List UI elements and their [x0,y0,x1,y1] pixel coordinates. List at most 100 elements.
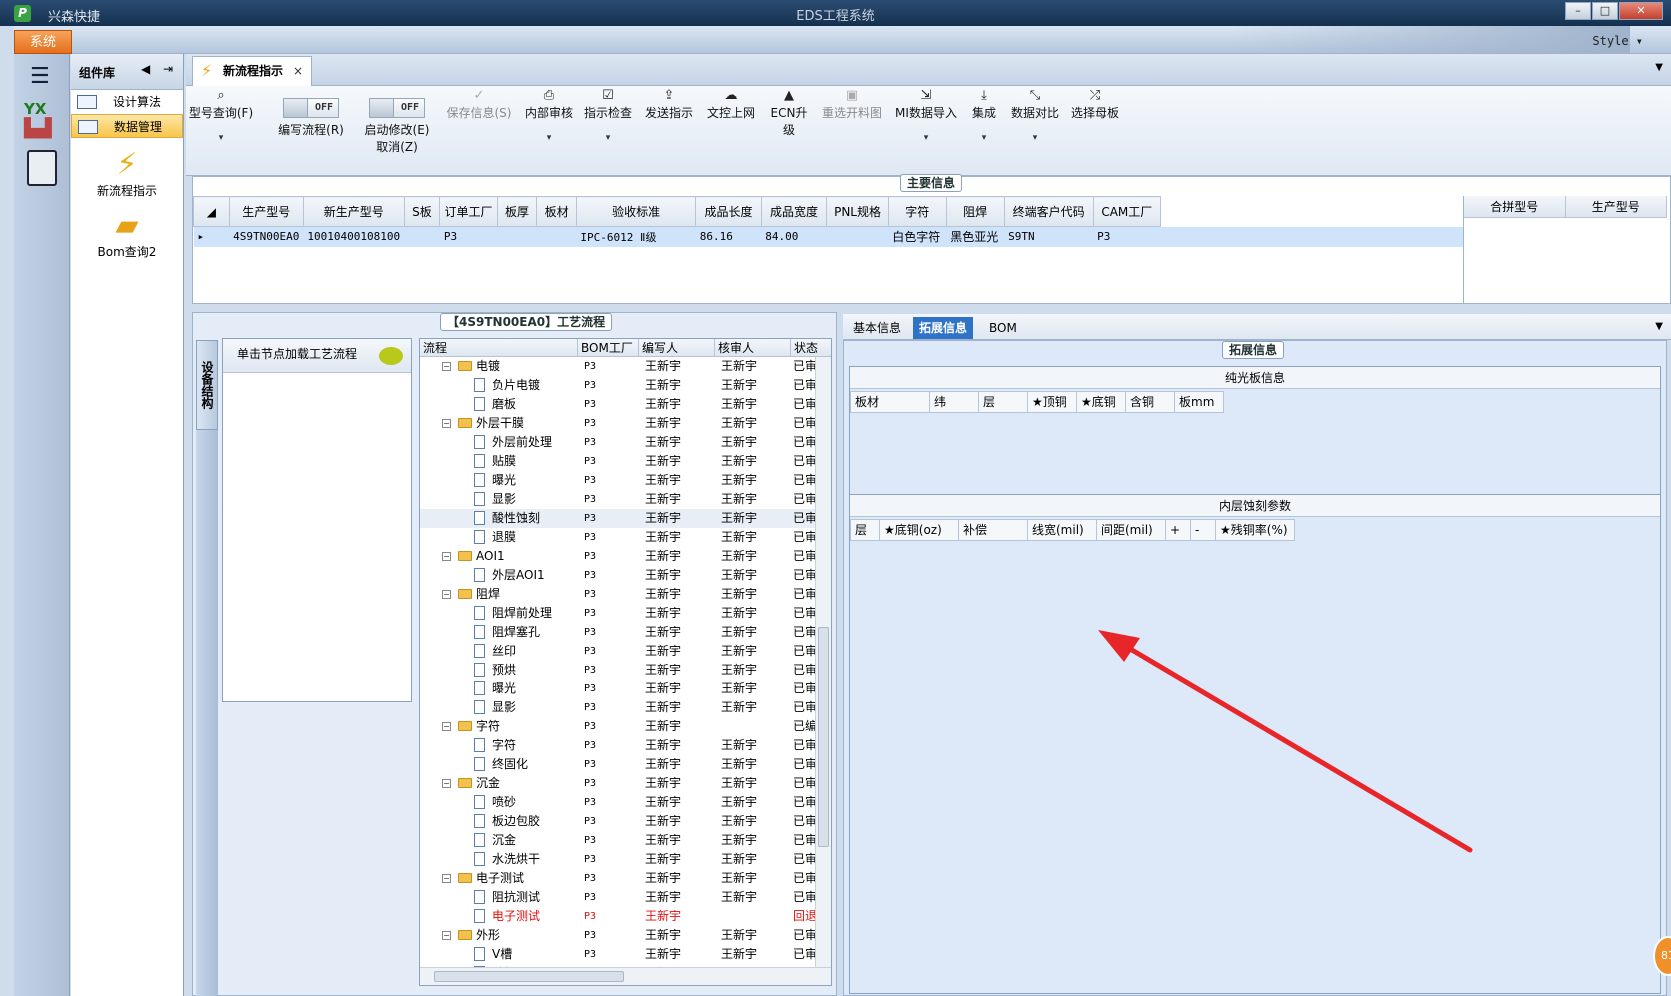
maximize-button[interactable]: □ [1592,2,1618,20]
status-cell[interactable]: 已审核 [791,585,817,604]
toggle-switch[interactable]: OFF [369,98,425,118]
tab-list-dropdown-icon[interactable]: ▼ [1655,321,1663,332]
status-cell[interactable]: 已审核 [791,812,817,831]
reviewer-cell[interactable]: 王新宇 [715,698,791,717]
flow-name-cell[interactable]: − 电镀 [420,357,578,376]
bom-factory-cell[interactable]: P3 [578,945,639,964]
close-window-button[interactable]: ✕ [1619,2,1663,20]
flow-group-row[interactable]: −电镀P3王新宇王新宇已审核 [420,357,817,376]
column-header[interactable]: 成品宽度 [760,196,828,227]
collapse-icon[interactable]: − [442,551,451,561]
flow-name-cell[interactable]: 磨板 [420,395,578,414]
writer-cell[interactable]: 王新宇 [639,357,715,376]
flow-step-row[interactable]: 酸性蚀刻P3王新宇王新宇已审核 [420,508,817,528]
flow-step-row[interactable]: 沉金P3王新宇王新宇已审核 [420,831,817,850]
bom-factory-cell[interactable]: P3 [578,604,639,623]
column-header[interactable]: CAM工厂 [1092,196,1162,227]
reviewer-cell[interactable]: 王新宇 [715,566,791,585]
column-header[interactable]: 层 [978,391,1028,413]
column-header[interactable]: 层 [850,519,880,541]
reviewer-cell[interactable]: 王新宇 [715,604,791,623]
flow-name-cell[interactable]: 预烘 [420,661,578,680]
flow-step-row[interactable]: 终固化P3王新宇王新宇已审核 [420,755,817,774]
status-cell[interactable]: 已审核 [791,793,817,812]
bom-factory-cell[interactable]: P3 [578,850,639,869]
flow-step-row[interactable]: 电子测试 P3 王新宇 回退 [420,907,817,926]
writer-cell[interactable]: 王新宇 [639,414,715,433]
flow-step-row[interactable]: 显影P3王新宇王新宇已审核 [420,698,817,717]
flow-step-row[interactable]: 喷砂P3王新宇王新宇已审核 [420,793,817,812]
flow-step-row[interactable]: 丝印P3王新宇王新宇已审核 [420,642,817,661]
table-cell[interactable]: IPC-6012 Ⅱ级 [576,226,696,247]
reviewer-cell[interactable]: 王新宇 [715,452,791,471]
bom-factory-cell[interactable]: P3 [578,831,639,850]
writer-cell[interactable]: 王新宇 [639,831,715,850]
writer-cell[interactable]: 王新宇 [639,566,715,585]
reviewer-cell[interactable]: 王新宇 [715,357,791,376]
chevron-down-icon[interactable]: ▾ [188,133,254,143]
writer-cell[interactable]: 王新宇 [639,812,715,831]
flow-name-cell[interactable]: − 字符 [420,717,578,736]
column-header[interactable]: 核审人 [715,339,791,356]
status-cell[interactable]: 已审核 [791,490,817,509]
reviewer-cell[interactable]: 王新宇 [715,414,791,433]
status-cell[interactable]: 已审核 [791,945,817,964]
reviewer-cell[interactable]: 王新宇 [715,509,791,528]
table-cell[interactable]: 10010400108100 [303,226,405,247]
status-cell[interactable]: 已审核 [791,376,817,395]
column-header[interactable]: ★残铜率(%) [1215,519,1295,541]
writer-cell[interactable]: 王新宇 [639,490,715,509]
reviewer-cell[interactable] [715,907,791,926]
bom-factory-cell[interactable]: P3 [578,888,639,907]
status-cell[interactable]: 已审核 [791,604,817,623]
reviewer-cell[interactable]: 王新宇 [715,812,791,831]
writer-cell[interactable]: 王新宇 [639,452,715,471]
ecn-upgrade-button[interactable]: ▲ ECN升级 [766,88,812,138]
bom-factory-cell[interactable]: P3 [578,812,639,831]
writer-cell[interactable]: 王新宇 [639,736,715,755]
save-info-button[interactable]: ✓ 保存信息(S) [444,88,514,121]
bom-factory-cell[interactable]: P3 [578,869,639,888]
component-item-design-algorithm[interactable]: 设计算法 [71,90,183,114]
writer-cell[interactable]: 王新宇 [639,869,715,888]
flow-name-cell[interactable]: 终固化 [420,755,578,774]
bom-factory-cell[interactable]: P3 [578,736,639,755]
table-cell[interactable] [536,226,577,247]
collapse-icon[interactable]: − [442,418,451,428]
column-header[interactable]: S板 [403,196,441,227]
row-selector-header[interactable]: ◢ [193,196,230,227]
flow-step-row[interactable]: V槽P3王新宇王新宇已审核 [420,945,817,964]
integrate-button[interactable]: ⤓ 集成 ▾ [966,88,1002,143]
flow-name-cell[interactable]: 电子测试 [420,907,578,926]
reviewer-cell[interactable]: 王新宇 [715,793,791,812]
pin-icon[interactable]: ⇥ [163,62,173,76]
reviewer-cell[interactable]: 王新宇 [715,528,791,547]
writer-cell[interactable]: 王新宇 [639,604,715,623]
collapse-icon[interactable]: − [442,589,451,599]
reviewer-cell[interactable]: 王新宇 [715,831,791,850]
flow-name-cell[interactable]: 外层前处理 [420,433,578,452]
flow-name-cell[interactable]: 退膜 [420,528,578,547]
flow-name-cell[interactable]: 字符 [420,736,578,755]
writer-cell[interactable]: 王新宇 [639,698,715,717]
table-cell[interactable]: P3 [439,226,498,247]
writer-cell[interactable]: 王新宇 [639,642,715,661]
flow-step-row[interactable]: 字符P3王新宇王新宇已审核 [420,736,817,755]
reviewer-cell[interactable]: 王新宇 [715,679,791,698]
column-header[interactable]: 间距(mil) [1096,519,1166,541]
flow-step-row[interactable]: 预烘P3王新宇王新宇已审核 [420,661,817,680]
flow-name-cell[interactable]: − 沉金 [420,774,578,793]
scroll-thumb[interactable] [434,971,624,982]
bom-factory-cell[interactable]: P3 [578,433,639,452]
reviewer-cell[interactable]: 王新宇 [715,376,791,395]
flow-step-row[interactable]: 阻焊前处理P3王新宇王新宇已审核 [420,604,817,623]
bom-factory-cell[interactable]: P3 [578,623,639,642]
flow-group-row[interactable]: − 字符 P3王新宇 已编写 [420,717,817,736]
chevron-down-icon[interactable]: ▾ [582,133,634,143]
flow-step-row[interactable]: 阻焊塞孔P3王新宇王新宇已审核 [420,623,817,642]
bom-factory-cell[interactable]: P3 [578,509,639,528]
column-header[interactable]: 状态 [791,339,831,356]
start-modify-toggle[interactable]: OFF 启动修改(E) 取消(Z) [358,88,436,155]
bom-factory-cell[interactable]: P3 [578,471,639,490]
collapse-icon[interactable]: − [442,931,451,941]
